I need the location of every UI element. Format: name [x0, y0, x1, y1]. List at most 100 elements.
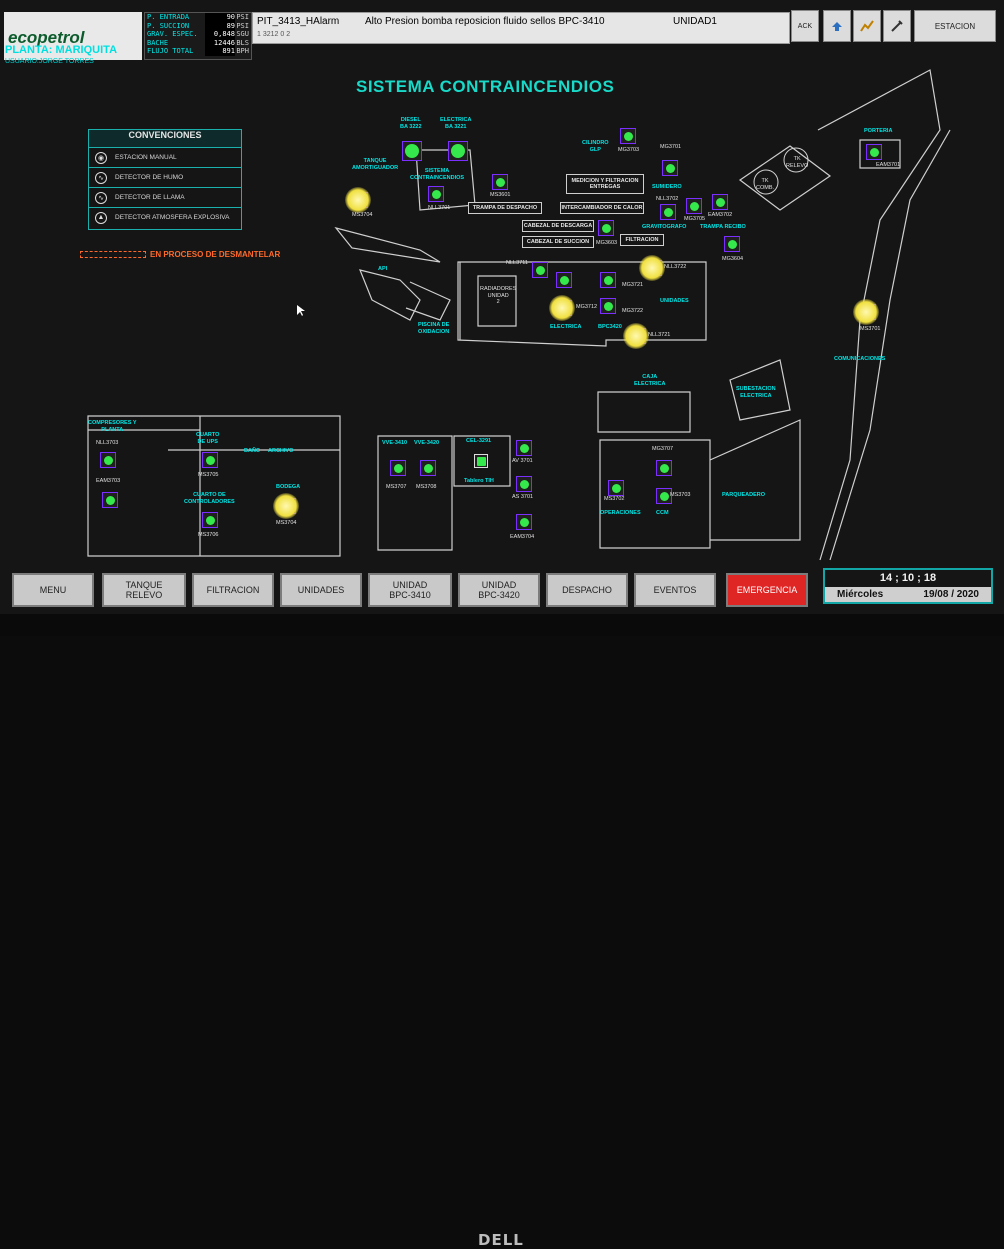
device-mg3721[interactable] [600, 272, 616, 288]
device-nll3703[interactable] [100, 452, 116, 468]
device-av3701[interactable] [516, 440, 532, 456]
device-tag: NLL3711 [506, 260, 528, 266]
electrica-label: ELECTRICA [550, 324, 582, 330]
device-tag: MG3722 [622, 308, 644, 314]
alarm-indicator [853, 299, 879, 325]
device-tag: MG3721 [622, 282, 644, 288]
sistema-contraincendios-label: SISTEMA CONTRAINCENDIOS [410, 168, 465, 181]
vve3410-label: VVE-3410 [382, 440, 408, 446]
gravitografo-label: GRAVITOGRAFO [642, 224, 687, 230]
clock-day: Miércoles [837, 589, 884, 600]
device-tag: MS3705 [198, 472, 219, 478]
device-mg3701[interactable] [662, 160, 678, 176]
device-tag: MS3701 [860, 326, 881, 332]
mouse-cursor-icon [297, 305, 305, 316]
diesel-pump-icon[interactable] [402, 141, 422, 161]
device-ms3702[interactable] [608, 480, 624, 496]
monitor-brand: DELL [478, 1231, 524, 1249]
bpc3420-label: BPC3420 [598, 324, 622, 330]
device-as3701[interactable] [516, 476, 532, 492]
device-tag: MG3707 [652, 446, 674, 452]
device-tag: MG3604 [722, 256, 744, 262]
caja-electrica-label: CAJA ELECTRICA [634, 374, 666, 387]
ccm-label: CCM [656, 510, 669, 516]
cabezal-succion-box: CABEZAL DE SUCCION [522, 236, 594, 248]
piscina-label: PISCINA DE OXIDACION [418, 322, 450, 335]
bodega-label: BODEGA [276, 484, 301, 490]
monitor-bezel: DELL [0, 614, 1004, 1249]
porteria-label: PORTERIA [864, 128, 893, 134]
device-nll3711[interactable] [532, 262, 548, 278]
tanque-amortiguador-label: TANQUE AMORTIGUADOR [352, 158, 399, 171]
tanque-relevo-button[interactable]: TANQUE RELEVO [102, 573, 186, 607]
device-mg3707[interactable] [656, 460, 672, 476]
device-nll3701[interactable] [428, 186, 444, 202]
alarm-indicator [273, 493, 299, 519]
unidad-3420-button[interactable]: UNIDAD BPC-3420 [458, 573, 540, 607]
subestacion-label: SUBESTACION ELECTRICA [736, 386, 776, 399]
tk-comb-label: TK COMB. [756, 178, 775, 191]
cel3291-label: CEL-3291 [466, 438, 492, 444]
tablero-tih-icon[interactable] [474, 454, 488, 468]
tk-relevo-label: TK RELEVO [786, 156, 809, 169]
electric-pump-label: ELECTRICA BA 3221 [440, 117, 472, 130]
cuarto-ups-label: CUARTO DE UPS [196, 432, 220, 445]
sumidero-label: SUMIDERO [652, 184, 682, 190]
device-ms3601[interactable] [492, 174, 508, 190]
compresores-label: COMPRESORES Y PLANTA [88, 420, 137, 433]
radiadores-label: RADIADORES UNIDAD 2 [480, 286, 517, 305]
device-mg3722[interactable] [600, 298, 616, 314]
eventos-button[interactable]: EVENTOS [634, 573, 716, 607]
unidad-3410-button[interactable]: UNIDAD BPC-3410 [368, 573, 452, 607]
despacho-button[interactable]: DESPACHO [546, 573, 628, 607]
operaciones-label: OPERACIONES [600, 510, 641, 516]
device-ms3707[interactable] [390, 460, 406, 476]
tablero-label: Tablero TIH [464, 478, 494, 484]
device-nll3702[interactable] [660, 204, 676, 220]
parqueadero-label: PARQUEADERO [722, 492, 765, 498]
trampa-recibo-label: TRAMPA RECIBO [700, 224, 746, 230]
cilindro-label: CILINDRO GLP [582, 140, 609, 153]
device-eam3701[interactable] [866, 144, 882, 160]
device-tag: NLL3701 [428, 205, 451, 211]
filtracion-box: FILTRACION [620, 234, 664, 246]
electric-pump-icon[interactable] [448, 141, 468, 161]
menu-button[interactable]: MENU [12, 573, 94, 607]
device-mg3705[interactable] [686, 198, 702, 214]
device-eam3704[interactable] [516, 514, 532, 530]
device-tag: AV 3701 [512, 458, 533, 464]
device-ms3705[interactable] [202, 452, 218, 468]
device-tag: NLL3721 [648, 332, 671, 338]
unidades-button[interactable]: UNIDADES [280, 573, 362, 607]
alarm-indicator [623, 323, 649, 349]
cabezal-descarga-box: CABEZAL DE DESCARGA [522, 220, 594, 232]
device-tag: NLL3702 [656, 196, 679, 202]
intercambiador-box: INTERCAMBIADOR DE CALOR [560, 202, 644, 214]
device-eam3703[interactable] [102, 492, 118, 508]
device-tag: EAM3703 [96, 478, 121, 484]
api-label: API [378, 266, 388, 272]
bano-label: BAÑO [244, 448, 261, 454]
device-ms3708[interactable] [420, 460, 436, 476]
device-tag: MS3702 [604, 496, 625, 502]
emergencia-button[interactable]: EMERGENCIA [726, 573, 808, 607]
device-tag: MS3706 [198, 532, 219, 538]
device-eam3702[interactable] [712, 194, 728, 210]
device-ms3706[interactable] [202, 512, 218, 528]
device-ms3711[interactable] [556, 272, 572, 288]
hmi-screen: ecopetrol PLANTA: MARIQUITA USUARIO:JORG… [0, 0, 1004, 614]
device-tag: EAM3701 [876, 162, 901, 168]
filtracion-button[interactable]: FILTRACION [192, 573, 274, 607]
device-tag: EAM3704 [510, 534, 535, 540]
device-tag: MS3708 [416, 484, 437, 490]
device-tag: MS3704 [352, 212, 373, 218]
device-tag: EAM3702 [708, 212, 733, 218]
comunicaciones-label: COMUNICACIONES [834, 356, 886, 362]
device-mg3703[interactable] [620, 128, 636, 144]
device-mg3604[interactable] [724, 236, 740, 252]
device-mg3603[interactable] [598, 220, 614, 236]
alarm-indicator [345, 187, 371, 213]
device-tag: MG3603 [596, 240, 618, 246]
device-tag: MG3703 [618, 147, 640, 153]
device-tag: MS3707 [386, 484, 407, 490]
